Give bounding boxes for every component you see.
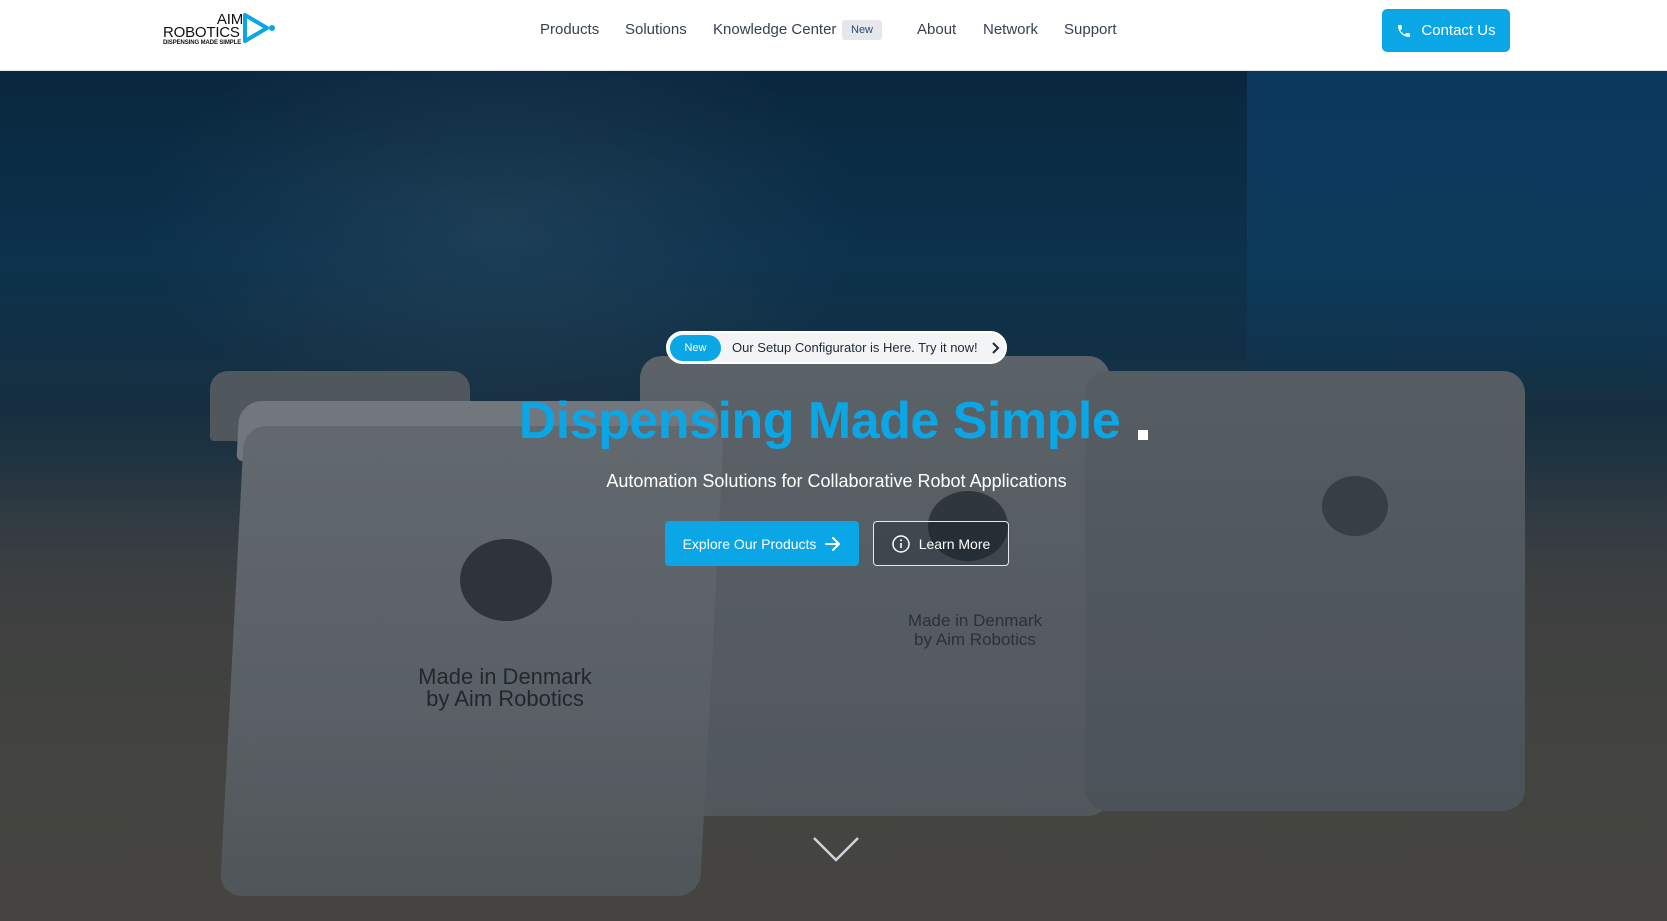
chevron-down-icon[interactable] xyxy=(812,836,860,864)
explore-products-button[interactable]: Explore Our Products xyxy=(665,521,859,566)
hero-overlay xyxy=(0,71,1667,921)
hero-section: Made in Denmark by Aim Robotics Made in … xyxy=(0,71,1667,921)
learn-more-button[interactable]: Learn More xyxy=(873,521,1009,566)
hero-title: Dispensing Made Simple xyxy=(0,389,1667,453)
learn-more-label: Learn More xyxy=(918,535,991,552)
contact-us-button[interactable]: Contact Us xyxy=(1382,9,1510,52)
info-icon xyxy=(891,534,910,553)
announcement-badge: New xyxy=(670,334,721,361)
announcement-text: Our Setup Configurator is Here. Try it n… xyxy=(732,340,978,355)
logo-play-icon xyxy=(243,13,275,43)
nav-item-solutions[interactable]: Solutions xyxy=(625,20,687,40)
hero-title-text: Dispensing Made Simple xyxy=(518,392,1121,450)
nav-item-products[interactable]: Products xyxy=(540,20,599,40)
nav-item-support[interactable]: Support xyxy=(1064,20,1117,40)
logo[interactable]: AIM ROBOTICS DISPENSING MADE SIMPLE xyxy=(163,12,275,48)
explore-products-label: Explore Our Products xyxy=(682,535,817,552)
typing-cursor xyxy=(1138,430,1149,440)
contact-us-label: Contact Us xyxy=(1421,22,1496,39)
phone-icon xyxy=(1398,24,1411,37)
nav-item-about[interactable]: About xyxy=(917,20,956,40)
nav-item-knowledge-center[interactable]: Knowledge Center xyxy=(713,20,836,40)
hero-subtitle: Automation Solutions for Collaborative R… xyxy=(606,471,1067,491)
chevron-right-icon xyxy=(991,341,1000,354)
announcement-pill[interactable]: New Our Setup Configurator is Here. Try … xyxy=(666,331,1007,364)
site-header: AIM ROBOTICS DISPENSING MADE SIMPLE Prod… xyxy=(0,0,1667,71)
logo-tagline: DISPENSING MADE SIMPLE xyxy=(163,40,242,46)
nav-item-network[interactable]: Network xyxy=(983,20,1038,40)
arrow-right-icon xyxy=(825,536,841,551)
nav-new-badge: New xyxy=(842,20,883,40)
logo-line-robotics: ROBOTICS xyxy=(163,24,240,41)
